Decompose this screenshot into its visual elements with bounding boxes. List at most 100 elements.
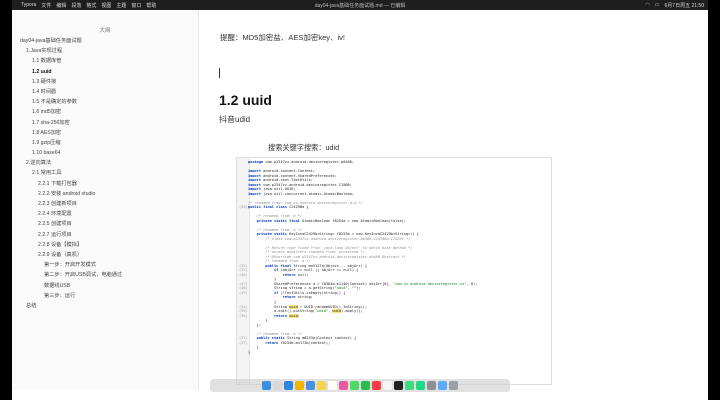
outline-item[interactable]: 2.2.2 安装 android studio: [12, 189, 198, 199]
menu-file[interactable]: 文件: [41, 2, 51, 9]
image-caption: 搜索关键字搜索：udid: [268, 143, 340, 152]
code-token: };: [248, 322, 261, 327]
menu-theme[interactable]: 主题: [116, 2, 126, 9]
code-token: /* renamed from: a */: [248, 331, 303, 336]
menu-bar: Typora 文件 编辑 段落 格式 视图 主题 窗口 帮助 day04-jav…: [12, 0, 708, 10]
outline-item[interactable]: 2.2.5 创建项目: [12, 219, 198, 229]
app-menu[interactable]: Typora: [21, 2, 36, 8]
code-token: "udid": [334, 286, 348, 291]
code-token: "udid": [315, 309, 329, 314]
code-token: /* access modifiers changed from: protec…: [248, 250, 365, 255]
wechat-icon[interactable]: [361, 381, 370, 390]
clock[interactable]: 6月7日周五 21:50: [665, 2, 704, 9]
code-token: String: [248, 304, 290, 309]
outline-item[interactable]: 1.Java实现过程: [12, 46, 198, 56]
outline-item[interactable]: 2.2.4 环境配置: [12, 209, 198, 219]
outline-item[interactable]: 2.2.9 设备（真机）: [12, 250, 198, 260]
code-token: import: [248, 191, 264, 196]
launchpad-icon[interactable]: [273, 381, 282, 390]
pycharm-icon[interactable]: [416, 381, 425, 390]
outline-item[interactable]: 2.2.1 下载打包器: [12, 179, 198, 189]
outline-sidebar: 大纲 day04-java基础任务面试题 1.Java实现过程 1.1 数据库管 1.…: [12, 10, 199, 390]
mail-icon[interactable]: [306, 381, 315, 390]
code-token: /* @Override com.p2347zz.android.devicer…: [248, 254, 406, 259]
menu-window[interactable]: 窗口: [131, 2, 141, 9]
menu-view[interactable]: 视图: [101, 2, 111, 9]
code-token: com.p2347zz.android.deviceregister.p0486…: [265, 160, 355, 164]
outline-item[interactable]: 2.逆向算法: [12, 158, 198, 168]
code-token: public final class: [248, 205, 290, 210]
settings-icon[interactable]: [427, 381, 436, 390]
outline-item[interactable]: 1.3 硬件接: [12, 77, 198, 87]
code-token: String string = a.getString(: [248, 286, 335, 291]
photos-icon[interactable]: [339, 381, 348, 390]
editor-pane[interactable]: 提醒：MD5加密盐、AES加密key、iv! 1.2 uuid 抖音udid 搜…: [200, 10, 708, 400]
calendar-icon[interactable]: [328, 381, 337, 390]
code-token: ;: [297, 313, 300, 318]
music-icon[interactable]: [372, 381, 381, 390]
outline-item[interactable]: 2.1 常用工具: [12, 168, 198, 178]
outline-item[interactable]: 1.5 不是确定的参数: [12, 97, 198, 107]
outline-item[interactable]: 第三步：运行: [12, 291, 198, 301]
code-token: C2429Ba {: [289, 205, 309, 210]
menu-format[interactable]: 格式: [86, 2, 96, 9]
safari-icon[interactable]: [284, 381, 293, 390]
highlighted-token: uuid: [289, 313, 298, 318]
outline-item[interactable]: 1.6 md5加密: [12, 107, 198, 117]
wifi-icon[interactable]: ◠: [645, 2, 649, 8]
outline-item[interactable]: 2.2.8 设备【模拟】: [12, 240, 198, 250]
code-token: KeyInvoC2429b<String> f8253b = new KeyIn…: [289, 232, 419, 237]
code-token: android.text.TextUtils;: [263, 178, 313, 183]
finder-icon[interactable]: [262, 381, 271, 390]
code-token: com.p2347zz.android.deviceregister.C1908…: [263, 182, 352, 187]
menu-paragraph[interactable]: 段落: [71, 2, 81, 9]
outline-item[interactable]: 2.2.3 创建新项目: [12, 199, 198, 209]
notes-icon[interactable]: [317, 381, 326, 390]
code-token: import: [248, 169, 264, 174]
outline-item[interactable]: 2.2.7 运行项目: [12, 230, 198, 240]
code-token: /* renamed from: a */: [248, 214, 303, 219]
outline-item[interactable]: 第一步：开启开发模式: [12, 260, 198, 270]
section-heading: 1.2 uuid: [219, 92, 272, 108]
code-token: SharedPreferences a = C0364d.m1140(Conte…: [248, 281, 393, 286]
code-token: return: [248, 272, 298, 277]
outline-item[interactable]: 1.1 数据库管: [12, 56, 198, 66]
outline-item[interactable]: 数据线USB: [12, 281, 198, 291]
code-token: /* renamed from: a */: [248, 259, 311, 264]
trash-icon[interactable]: [449, 381, 458, 390]
code-token: string;: [297, 295, 313, 300]
code-token: android.content.Context;: [263, 169, 316, 174]
code-token: = UUID.randomUUID().toString();: [297, 304, 368, 309]
folder-icon[interactable]: [438, 381, 447, 390]
code-token: private static final: [248, 218, 303, 223]
menu-edit[interactable]: 编辑: [56, 2, 66, 9]
code-token: }: [248, 345, 259, 350]
battery-icon[interactable]: ▭: [655, 2, 660, 8]
typora-window: 大纲 day04-java基础任务面试题 1.Java实现过程 1.1 数据库管 1.…: [12, 10, 708, 400]
outline-item[interactable]: 1.10 base64: [12, 148, 198, 158]
outline-item[interactable]: 1.8 AES加密: [12, 128, 198, 138]
chrome-icon[interactable]: [295, 381, 304, 390]
terminal-icon[interactable]: [394, 381, 403, 390]
code-token: public final: [248, 263, 294, 268]
outline-item[interactable]: 1.7 sha-256加密: [12, 118, 198, 128]
outline-item[interactable]: day04-java基础任务面试题: [12, 36, 198, 46]
outline-item[interactable]: 第二步：开启USB调试，电脑通过: [12, 270, 198, 280]
outline-item[interactable]: 总结: [12, 301, 198, 311]
outline-item[interactable]: 1.4 时间戳: [12, 87, 198, 97]
outline-item[interactable]: 1.2 uuid: [12, 67, 198, 77]
menu-help[interactable]: 帮助: [146, 2, 156, 9]
typora-icon[interactable]: [383, 381, 392, 390]
text-cursor: [219, 68, 220, 78]
android-studio-icon[interactable]: [405, 381, 414, 390]
code-token: AtomicBoolean f8254a = new AtomicBoolean…: [302, 218, 406, 223]
code-token: package: [248, 160, 266, 164]
code-token: a.edit().putString(: [248, 309, 316, 314]
outline-header[interactable]: 大纲: [12, 10, 198, 36]
code-token: if: [248, 268, 281, 273]
code-token: "com.ss.android.deviceregister.ut": [392, 281, 467, 286]
outline-item[interactable]: 1.9 gzip压缩: [12, 138, 198, 148]
code-token: null;: [297, 272, 309, 277]
messages-icon[interactable]: [350, 381, 359, 390]
code-lines: package com.p2347zz.android.deviceregist…: [239, 160, 477, 354]
